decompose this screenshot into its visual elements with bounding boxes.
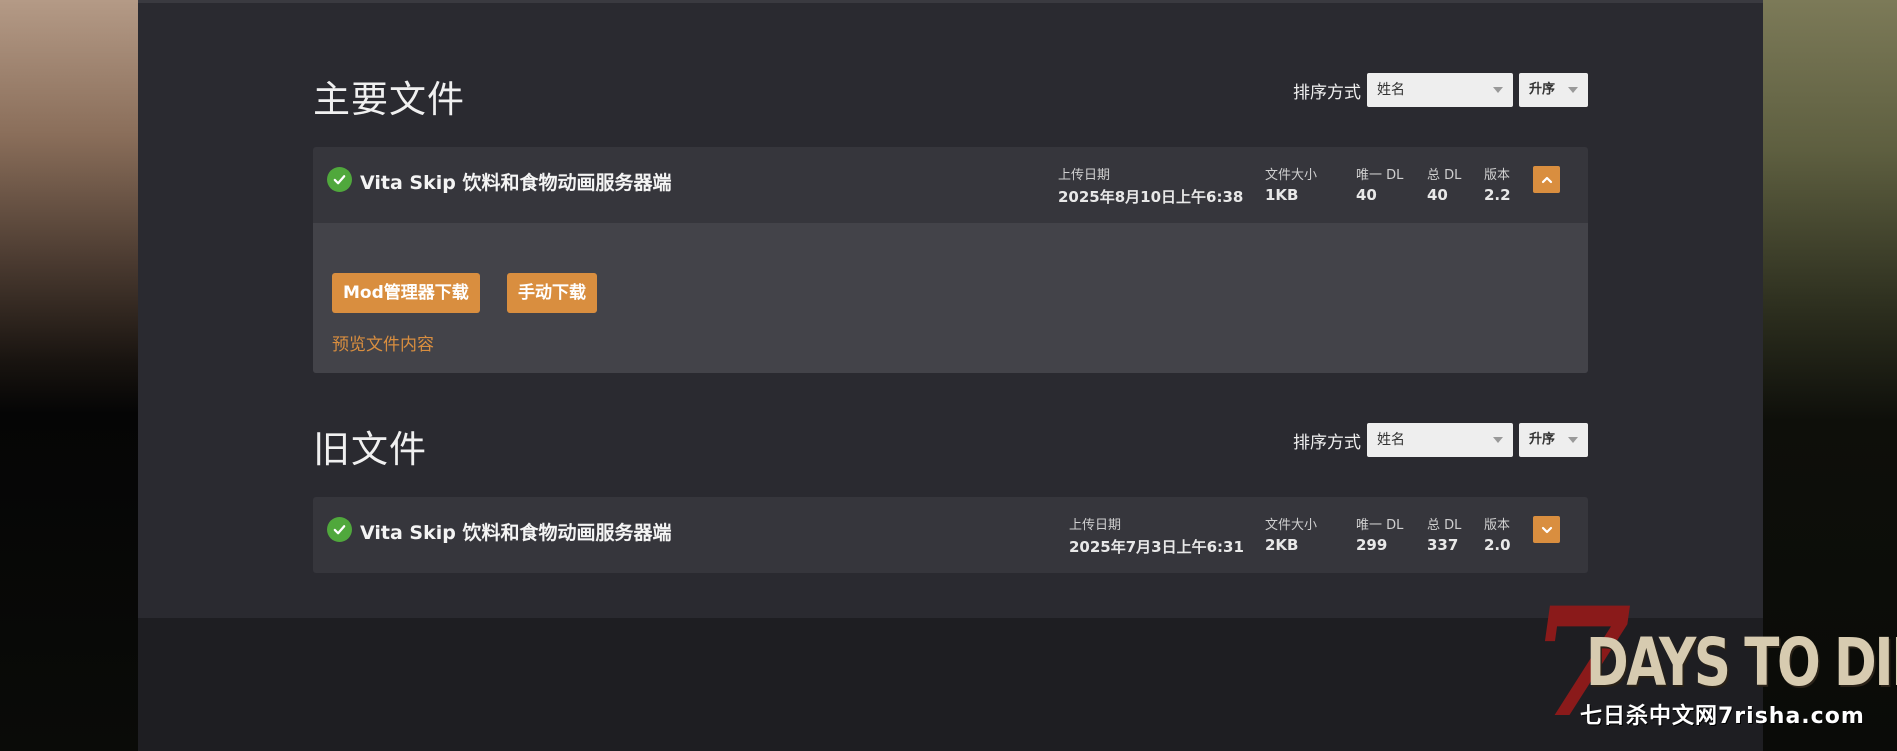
upload-date: 上传日期 2025年7月3日上午6:31 [1069, 514, 1244, 557]
chevron-down-icon [1568, 437, 1578, 443]
file-name: Vita Skip 饮料和食物动画服务器端 [360, 172, 672, 194]
sort-order-value: 升序 [1529, 432, 1556, 447]
file-size: 文件大小 1KB [1265, 164, 1317, 204]
upload-date-value: 2025年8月10日上午6:38 [1058, 188, 1244, 206]
version-label: 版本 [1484, 518, 1511, 533]
chevron-down-icon [1493, 87, 1503, 93]
total-dl-value: 337 [1427, 536, 1459, 554]
expand-button[interactable] [1533, 516, 1560, 543]
chevron-down-icon [1493, 437, 1503, 443]
old-files-title: 旧文件 [313, 428, 427, 471]
file-size-value: 1KB [1265, 186, 1299, 204]
old-files-section: 旧文件 排序方式 姓名 升序 Vita Skip 饮料和食物动画服务器端 上传日… [313, 419, 1588, 573]
watermark-logo: 7 DAYS TO DIE 七日杀中文网7risha.com [1518, 575, 1897, 751]
version-value: 2.0 [1484, 536, 1511, 554]
main-files-section: 主要文件 排序方式 姓名 升序 Vita Skip 饮料和食物动画服务器端 上传… [313, 69, 1588, 373]
unique-dl-value: 40 [1356, 186, 1377, 204]
sort-by-value: 姓名 [1377, 82, 1405, 98]
file-row-header[interactable]: Vita Skip 饮料和食物动画服务器端 上传日期 2025年8月10日上午6… [313, 147, 1588, 223]
page-footer-area [138, 618, 1763, 751]
file-card: Vita Skip 饮料和食物动画服务器端 上传日期 2025年7月3日上午6:… [313, 497, 1588, 573]
unique-dl-label: 唯一 DL [1356, 168, 1404, 183]
mod-manager-download-button[interactable]: Mod管理器下载 [332, 273, 480, 313]
upload-date-label: 上传日期 [1069, 518, 1122, 533]
file-name: Vita Skip 饮料和食物动画服务器端 [360, 522, 672, 544]
version: 版本 2.0 [1484, 514, 1511, 554]
upload-date-value: 2025年7月3日上午6:31 [1069, 538, 1244, 556]
background-left-image [0, 0, 138, 751]
total-dl-label: 总 DL [1427, 168, 1462, 183]
manual-download-button[interactable]: 手动下载 [507, 273, 597, 313]
file-download-panel: Mod管理器下载 手动下载 预览文件内容 [313, 223, 1588, 373]
total-downloads: 总 DL 40 [1427, 164, 1461, 204]
logo-text: DAYS TO DIE [1586, 624, 1897, 701]
chevron-down-icon [1541, 526, 1552, 533]
sort-label: 排序方式 [1293, 82, 1361, 103]
file-size: 文件大小 2KB [1265, 514, 1317, 554]
unique-downloads: 唯一 DL 40 [1356, 164, 1403, 204]
sort-by-select[interactable]: 姓名 [1367, 73, 1513, 107]
check-icon [327, 517, 352, 542]
file-card: Vita Skip 饮料和食物动画服务器端 上传日期 2025年8月10日上午6… [313, 147, 1588, 373]
main-files-header: 主要文件 排序方式 姓名 升序 [313, 69, 1588, 121]
sort-label: 排序方式 [1293, 432, 1361, 453]
file-size-label: 文件大小 [1265, 168, 1318, 183]
version-label: 版本 [1484, 168, 1511, 183]
sort-order-select[interactable]: 升序 [1519, 423, 1588, 457]
file-row-header[interactable]: Vita Skip 饮料和食物动画服务器端 上传日期 2025年7月3日上午6:… [313, 497, 1588, 573]
old-files-header: 旧文件 排序方式 姓名 升序 [313, 419, 1588, 471]
main-files-title: 主要文件 [313, 78, 465, 121]
file-size-value: 2KB [1265, 536, 1299, 554]
total-downloads: 总 DL 337 [1427, 514, 1461, 554]
old-files-sort: 排序方式 姓名 升序 [1293, 423, 1588, 457]
version: 版本 2.2 [1484, 164, 1511, 204]
main-files-sort: 排序方式 姓名 升序 [1293, 73, 1588, 107]
sort-by-value: 姓名 [1377, 432, 1405, 448]
upload-date-label: 上传日期 [1058, 168, 1111, 183]
sort-order-select[interactable]: 升序 [1519, 73, 1588, 107]
sort-order-value: 升序 [1529, 82, 1556, 97]
sort-by-select[interactable]: 姓名 [1367, 423, 1513, 457]
version-value: 2.2 [1484, 186, 1511, 204]
file-size-label: 文件大小 [1265, 518, 1318, 533]
site-text: 七日杀中文网7risha.com [1580, 704, 1865, 729]
chevron-down-icon [1568, 87, 1578, 93]
chevron-up-icon [1541, 176, 1552, 183]
unique-dl-label: 唯一 DL [1356, 518, 1404, 533]
total-dl-value: 40 [1427, 186, 1448, 204]
check-icon [327, 167, 352, 192]
collapse-button[interactable] [1533, 166, 1560, 193]
unique-dl-value: 299 [1356, 536, 1388, 554]
total-dl-label: 总 DL [1427, 518, 1462, 533]
preview-file-contents-link[interactable]: 预览文件内容 [332, 330, 434, 355]
upload-date: 上传日期 2025年8月10日上午6:38 [1058, 164, 1243, 207]
files-panel: 主要文件 排序方式 姓名 升序 Vita Skip 饮料和食物动画服务器端 上传… [138, 0, 1763, 618]
unique-downloads: 唯一 DL 299 [1356, 514, 1403, 554]
